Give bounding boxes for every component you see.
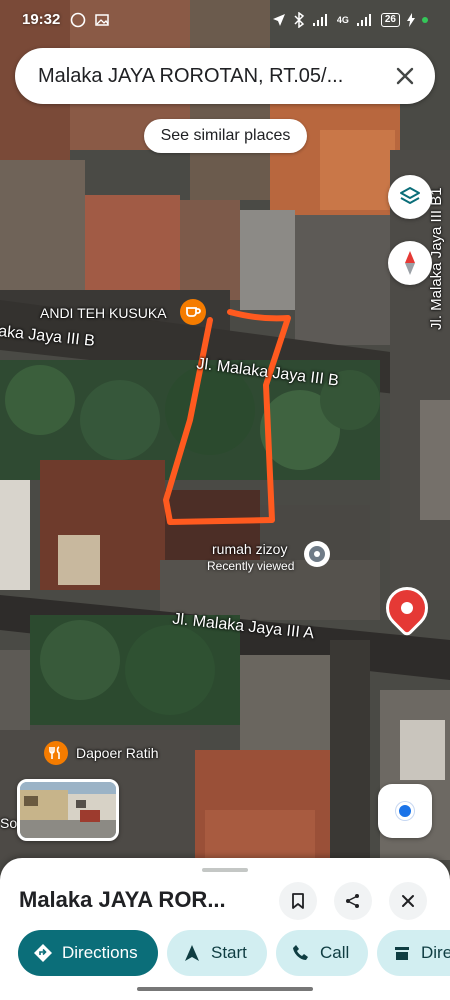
restaurant-icon[interactable] — [44, 741, 68, 765]
bookmark-icon — [292, 893, 304, 909]
store-icon — [391, 942, 413, 964]
directions-label: Directions — [62, 943, 138, 962]
action-chips: Directions Start Call Dire — [18, 930, 450, 976]
signal-bars-2-icon — [356, 14, 371, 26]
start-button[interactable]: Start — [167, 930, 267, 976]
privacy-indicator-icon — [422, 17, 428, 23]
call-label: Call — [320, 943, 350, 962]
navigation-arrow-icon — [272, 14, 285, 26]
home-indicator[interactable] — [137, 987, 313, 991]
my-location-button[interactable] — [378, 784, 432, 838]
gallery-icon — [95, 14, 109, 26]
close-icon[interactable] — [391, 62, 419, 90]
directions-button[interactable]: Directions — [18, 930, 158, 976]
directory-label: Dire — [421, 943, 450, 962]
status-notification-icons — [70, 12, 110, 28]
poi-andi-label[interactable]: ANDI TEH KUSUKA — [40, 305, 167, 321]
share-icon — [346, 894, 359, 908]
place-bottom-sheet[interactable]: Malaka JAYA ROR... Directions Start Call — [0, 858, 450, 1000]
compass-icon — [405, 251, 415, 275]
search-query[interactable]: Malaka JAYA ROROTAN, RT.05/... — [38, 65, 368, 88]
start-label: Start — [211, 943, 247, 962]
whatsapp-icon — [70, 12, 86, 28]
my-location-icon — [396, 802, 414, 820]
network-type: 4G — [336, 15, 349, 25]
call-button[interactable]: Call — [276, 930, 368, 976]
share-button[interactable] — [334, 882, 372, 920]
street-view-thumbnail[interactable] — [17, 779, 119, 841]
street-view-image — [20, 782, 116, 838]
search-bar[interactable]: Malaka JAYA ROROTAN, RT.05/... — [15, 48, 435, 104]
directions-icon — [32, 942, 54, 964]
directory-button[interactable]: Dire — [377, 930, 450, 976]
navigation-arrow-icon — [181, 942, 203, 964]
save-button[interactable] — [279, 882, 317, 920]
layers-button[interactable] — [388, 175, 432, 219]
poi-rumah-subtitle: Recently viewed — [207, 559, 295, 573]
close-icon — [402, 895, 414, 907]
coffee-icon[interactable] — [180, 299, 206, 325]
poi-rumah-label[interactable]: rumah zizoy — [212, 541, 287, 557]
charging-icon — [407, 13, 415, 27]
signal-bars-icon — [312, 14, 327, 26]
battery-icon: 26 — [380, 13, 400, 27]
poi-dapoer-label[interactable]: Dapoer Ratih — [76, 745, 159, 761]
status-system-icons: 4G 26 — [272, 12, 428, 28]
drag-handle[interactable] — [202, 868, 248, 872]
visited-place-icon[interactable] — [304, 541, 330, 567]
place-title: Malaka JAYA ROR... — [19, 887, 226, 912]
close-sheet-button[interactable] — [389, 882, 427, 920]
status-time: 19:32 — [22, 11, 61, 28]
compass-button[interactable] — [388, 241, 432, 285]
phone-icon — [290, 942, 312, 964]
status-bar: 19:32 4G 26 — [0, 0, 450, 40]
bluetooth-icon — [294, 12, 305, 28]
poi-partial-label: So — [0, 815, 18, 831]
see-similar-places-chip[interactable]: See similar places — [144, 119, 307, 153]
layers-icon — [400, 187, 420, 204]
